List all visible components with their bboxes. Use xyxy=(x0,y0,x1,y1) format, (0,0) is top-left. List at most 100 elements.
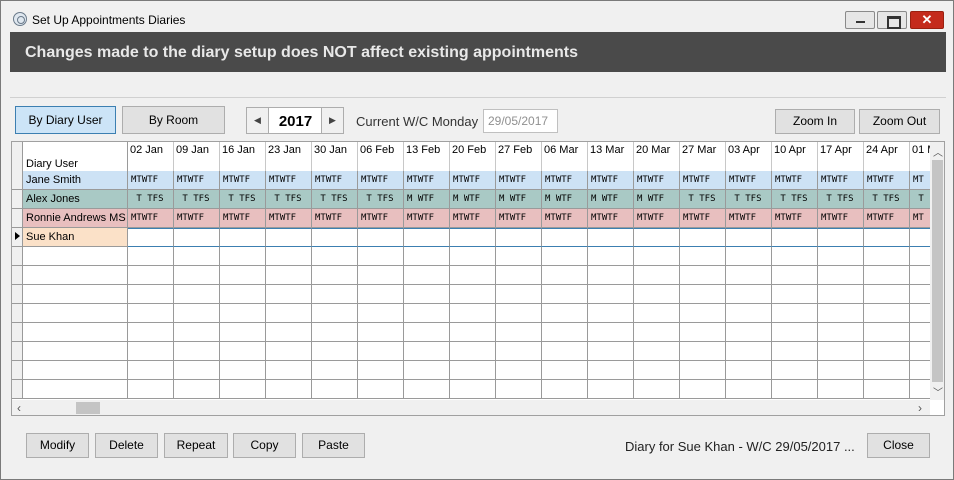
zoom-out-button[interactable]: Zoom Out xyxy=(859,109,940,134)
week-cell[interactable] xyxy=(174,247,220,266)
week-cell[interactable]: MTWTF xyxy=(818,209,864,228)
week-cell[interactable] xyxy=(772,323,818,342)
week-cell[interactable] xyxy=(404,247,450,266)
week-cell[interactable] xyxy=(312,342,358,361)
week-cell[interactable] xyxy=(542,228,588,247)
diary-user-cell[interactable] xyxy=(23,323,128,342)
week-cell[interactable] xyxy=(634,285,680,304)
week-cell[interactable] xyxy=(450,361,496,380)
row-indicator[interactable] xyxy=(12,380,23,399)
week-cell[interactable] xyxy=(358,342,404,361)
row-indicator[interactable] xyxy=(12,209,23,228)
week-cell[interactable]: MTWTF xyxy=(542,209,588,228)
week-cell[interactable] xyxy=(174,228,220,247)
week-cell[interactable] xyxy=(634,266,680,285)
week-cell[interactable] xyxy=(864,228,910,247)
horizontal-scroll-thumb[interactable] xyxy=(76,402,100,414)
week-cell[interactable]: MTWTF xyxy=(312,209,358,228)
week-cell[interactable] xyxy=(864,323,910,342)
week-cell[interactable] xyxy=(266,266,312,285)
week-cell[interactable] xyxy=(358,361,404,380)
week-cell[interactable]: M WTF xyxy=(450,190,496,209)
week-cell[interactable] xyxy=(680,228,726,247)
diary-user-cell[interactable] xyxy=(23,380,128,399)
week-cell[interactable] xyxy=(818,266,864,285)
week-cell[interactable] xyxy=(680,361,726,380)
week-cell[interactable] xyxy=(588,228,634,247)
week-cell[interactable]: MTWTF xyxy=(266,209,312,228)
week-cell[interactable] xyxy=(542,285,588,304)
horizontal-scrollbar[interactable]: ‹ › xyxy=(12,400,930,415)
week-cell[interactable]: MTWTF xyxy=(680,209,726,228)
row-indicator[interactable] xyxy=(12,361,23,380)
week-cell[interactable] xyxy=(680,285,726,304)
week-cell[interactable] xyxy=(128,266,174,285)
modify-button[interactable]: Modify xyxy=(26,433,89,458)
week-cell[interactable] xyxy=(450,228,496,247)
week-cell[interactable] xyxy=(864,304,910,323)
week-cell[interactable] xyxy=(542,304,588,323)
week-cell[interactable]: MTWTF xyxy=(312,171,358,190)
week-cell[interactable] xyxy=(312,304,358,323)
week-cell[interactable]: MTWTF xyxy=(726,209,772,228)
zoom-in-button[interactable]: Zoom In xyxy=(775,109,855,134)
week-cell[interactable] xyxy=(634,342,680,361)
week-cell[interactable] xyxy=(542,247,588,266)
week-cell[interactable] xyxy=(358,285,404,304)
week-cell[interactable] xyxy=(772,380,818,399)
week-cell[interactable]: MTWTF xyxy=(266,171,312,190)
week-cell[interactable] xyxy=(174,266,220,285)
week-cell[interactable] xyxy=(634,323,680,342)
week-cell[interactable] xyxy=(174,342,220,361)
week-cell[interactable] xyxy=(220,285,266,304)
week-cell[interactable] xyxy=(404,323,450,342)
week-cell[interactable] xyxy=(726,228,772,247)
week-cell[interactable] xyxy=(634,247,680,266)
week-cell[interactable] xyxy=(450,380,496,399)
week-cell[interactable] xyxy=(450,247,496,266)
week-cell[interactable]: M WTF xyxy=(404,190,450,209)
week-cell[interactable]: MTWTF xyxy=(864,171,910,190)
row-indicator[interactable] xyxy=(12,190,23,209)
week-cell[interactable]: MTWTF xyxy=(358,171,404,190)
week-cell[interactable] xyxy=(450,266,496,285)
vertical-scroll-thumb[interactable] xyxy=(932,160,943,382)
week-cell[interactable] xyxy=(496,361,542,380)
week-cell[interactable] xyxy=(174,285,220,304)
week-cell[interactable] xyxy=(266,247,312,266)
week-cell[interactable] xyxy=(496,323,542,342)
maximize-button[interactable] xyxy=(877,11,907,29)
week-cell[interactable] xyxy=(496,228,542,247)
week-cell[interactable] xyxy=(818,380,864,399)
week-cell[interactable] xyxy=(128,323,174,342)
week-cell[interactable]: T TFS xyxy=(266,190,312,209)
week-cell[interactable] xyxy=(174,304,220,323)
week-cell[interactable] xyxy=(680,247,726,266)
week-cell[interactable]: MTWTF xyxy=(726,171,772,190)
paste-button[interactable]: Paste xyxy=(302,433,365,458)
week-cell[interactable]: T TFS xyxy=(864,190,910,209)
week-cell[interactable] xyxy=(128,285,174,304)
week-cell[interactable] xyxy=(266,361,312,380)
week-cell[interactable] xyxy=(588,361,634,380)
previous-year-button[interactable]: ◀ xyxy=(247,108,269,133)
week-cell[interactable]: MTWTF xyxy=(220,171,266,190)
week-cell[interactable]: T TFS xyxy=(312,190,358,209)
week-cell[interactable] xyxy=(404,304,450,323)
diary-user-cell[interactable] xyxy=(23,285,128,304)
week-cell[interactable] xyxy=(680,266,726,285)
week-cell[interactable]: MTWTF xyxy=(450,171,496,190)
week-cell[interactable] xyxy=(588,247,634,266)
week-cell[interactable] xyxy=(864,247,910,266)
week-cell[interactable] xyxy=(864,342,910,361)
week-cell[interactable] xyxy=(312,361,358,380)
week-cell[interactable]: MTWTF xyxy=(496,209,542,228)
week-cell[interactable]: MTWTF xyxy=(128,209,174,228)
diary-user-cell[interactable] xyxy=(23,247,128,266)
week-cell[interactable] xyxy=(174,361,220,380)
week-cell[interactable] xyxy=(220,380,266,399)
week-cell[interactable] xyxy=(542,266,588,285)
week-cell[interactable]: T TFS xyxy=(220,190,266,209)
week-cell[interactable]: MTWTF xyxy=(588,171,634,190)
close-window-button[interactable]: ✕ xyxy=(910,11,944,29)
